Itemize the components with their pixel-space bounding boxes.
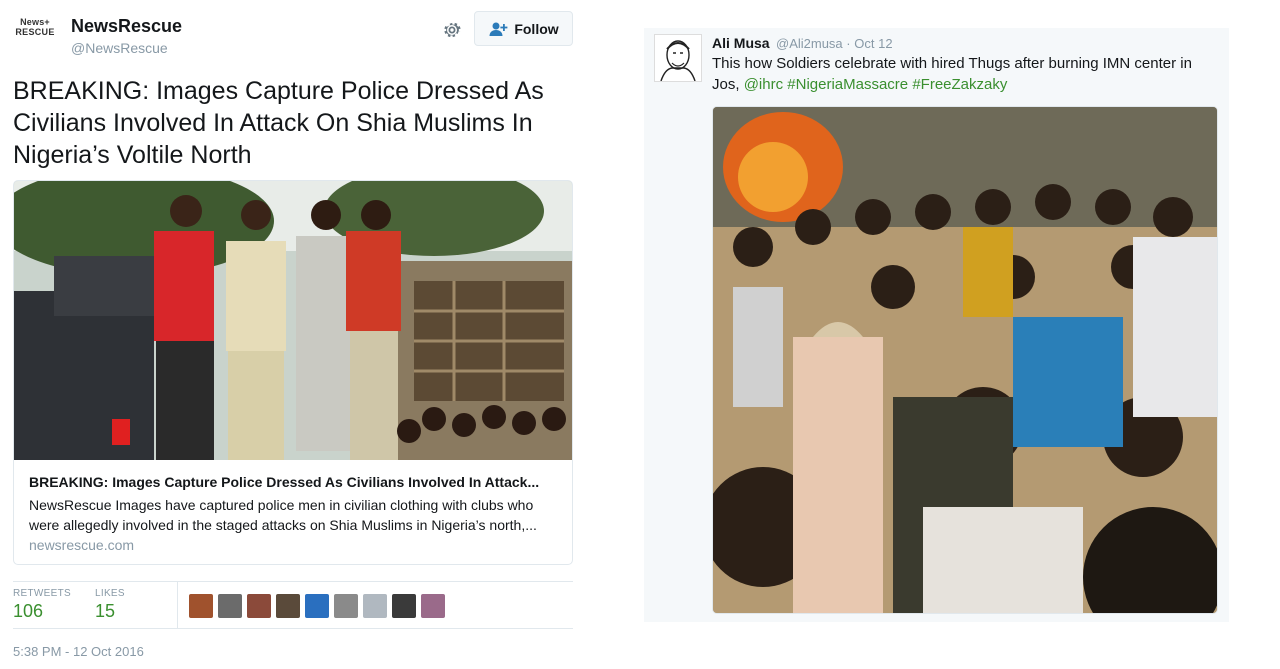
tweet-timestamp[interactable]: 5:38 PM - 12 Oct 2016	[13, 644, 144, 659]
liker-avatar[interactable]	[189, 594, 213, 618]
account-name[interactable]: NewsRescue	[71, 16, 182, 37]
account-avatar[interactable]: News+ RESCUE	[13, 18, 57, 48]
likes-label: LIKES	[95, 588, 125, 599]
crowd-photo	[713, 107, 1217, 613]
liker-avatar[interactable]	[276, 594, 300, 618]
liker-avatar[interactable]	[421, 594, 445, 618]
account-handle[interactable]: @NewsRescue	[71, 40, 168, 56]
user-handle[interactable]: @Ali2musa	[776, 36, 843, 51]
gear-icon[interactable]	[440, 18, 464, 42]
tweet-stats: RETWEETS 106 LIKES 15	[13, 581, 573, 629]
likes-count: 15	[95, 601, 116, 621]
liker-avatars	[189, 594, 445, 618]
user-avatar[interactable]	[654, 34, 702, 82]
main-tweet: News+ RESCUE NewsRescue @NewsRescue Foll…	[0, 0, 588, 669]
liker-avatar[interactable]	[334, 594, 358, 618]
user-meta: @Ali2musa · Oct 12	[776, 36, 893, 51]
liker-avatar[interactable]	[392, 594, 416, 618]
follow-label: Follow	[514, 20, 559, 37]
police-photo	[14, 181, 572, 460]
hashtag-link[interactable]: #NigeriaMassacre	[787, 76, 908, 93]
sketch-portrait-icon	[655, 35, 701, 82]
liker-avatar[interactable]	[247, 594, 271, 618]
liker-avatar[interactable]	[305, 594, 329, 618]
hashtag-link[interactable]: #FreeZakzaky	[912, 76, 1007, 93]
tweet-photo[interactable]	[712, 106, 1218, 614]
retweets-stat[interactable]: RETWEETS 106	[13, 588, 71, 622]
card-title: BREAKING: Images Capture Police Dressed …	[29, 474, 540, 490]
follow-button[interactable]: Follow	[474, 11, 573, 46]
card-image[interactable]	[14, 181, 572, 460]
stats-divider	[177, 582, 178, 628]
mention-link[interactable]: @ihrc	[744, 76, 783, 93]
link-card[interactable]: BREAKING: Images Capture Police Dressed …	[13, 180, 573, 565]
liker-avatar[interactable]	[363, 594, 387, 618]
retweets-count: 106	[13, 601, 44, 621]
avatar-logo-line2: RESCUE	[15, 27, 55, 37]
retweets-label: RETWEETS	[13, 588, 71, 599]
card-domain: newsrescue.com	[29, 537, 135, 553]
embedded-tweet-text: This how Soldiers celebrate with hired T…	[712, 53, 1222, 95]
tweet-text: BREAKING: Images Capture Police Dressed …	[13, 77, 544, 169]
meta-separator: ·	[846, 36, 851, 51]
embedded-tweet: Ali Musa @Ali2musa · Oct 12 This how Sol…	[644, 28, 1229, 622]
add-user-icon	[489, 22, 508, 36]
likes-stat[interactable]: LIKES 15	[95, 588, 125, 622]
tweet-date[interactable]: Oct 12	[854, 36, 892, 51]
liker-avatar[interactable]	[218, 594, 242, 618]
card-description: NewsRescue Images have captured police m…	[29, 497, 537, 533]
user-name[interactable]: Ali Musa	[712, 35, 770, 51]
avatar-logo-line1: News+	[20, 17, 50, 27]
